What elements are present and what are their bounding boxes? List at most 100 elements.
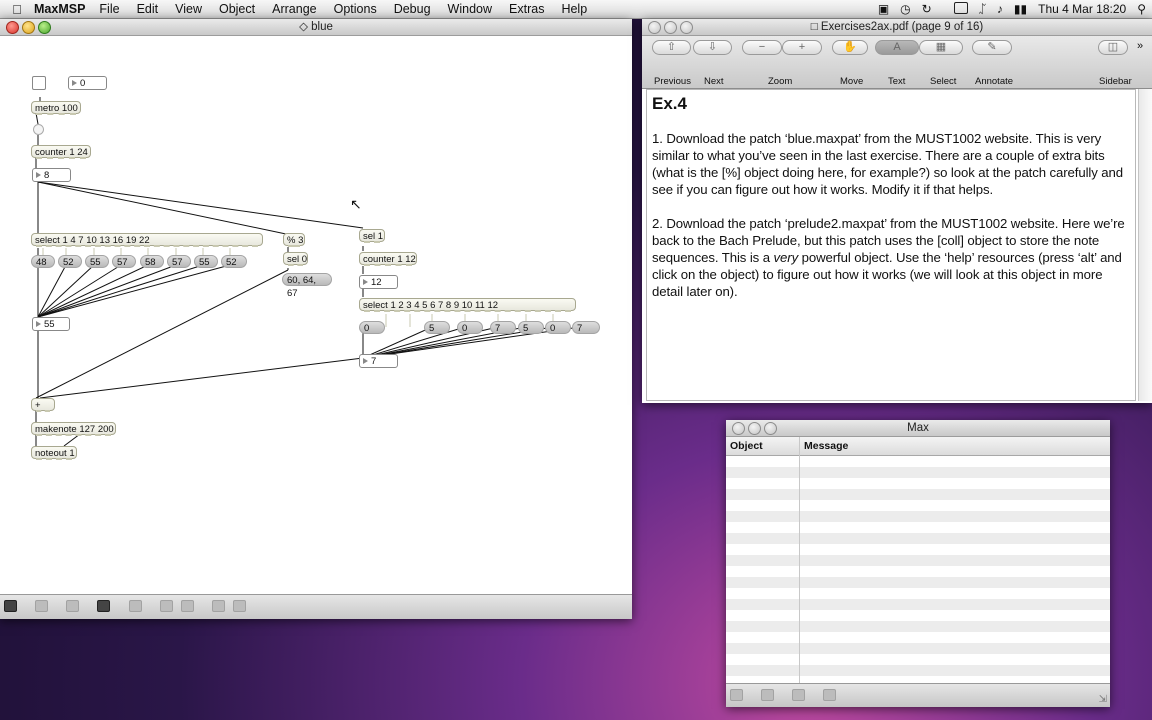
menu-debug[interactable]: Debug — [394, 2, 431, 16]
minimize-button[interactable] — [748, 422, 761, 435]
previous-page-button[interactable]: ⇧ — [652, 40, 691, 55]
info-icon[interactable] — [792, 689, 805, 701]
console-titlebar[interactable]: Max — [726, 420, 1110, 437]
zoom-button[interactable] — [764, 422, 777, 435]
menu-file[interactable]: File — [99, 2, 119, 16]
next-page-button[interactable]: ⇩ — [693, 40, 732, 55]
move-tool-button[interactable]: ✋ — [832, 40, 868, 55]
object-column-header[interactable]: Object — [730, 440, 763, 452]
preview-titlebar[interactable]: □ Exercises2ax.pdf (page 9 of 16) — [642, 19, 1152, 36]
message-box[interactable]: 55 — [194, 255, 218, 268]
display-icon[interactable] — [943, 1, 968, 17]
close-button[interactable] — [732, 422, 745, 435]
menu-bar:  MaxMSP File Edit View Object Arrange O… — [0, 0, 1152, 19]
apple-menu-icon[interactable]:  — [0, 2, 34, 17]
message-box[interactable]: 57 — [112, 255, 136, 268]
bang-button[interactable] — [33, 124, 44, 135]
menu-options[interactable]: Options — [334, 2, 377, 16]
select-12-object[interactable]: select 1 2 3 4 5 6 7 8 9 10 11 12 — [359, 298, 576, 312]
sel-1-object[interactable]: sel 1 — [359, 229, 385, 243]
minimize-button[interactable] — [22, 21, 35, 34]
plus-object[interactable]: + — [31, 398, 55, 412]
presentation-icon[interactable] — [97, 600, 110, 612]
menu-help[interactable]: Help — [561, 2, 587, 16]
zoom-button[interactable] — [38, 21, 51, 34]
zoom-in-button[interactable]: + — [782, 40, 822, 55]
time-machine-icon[interactable]: ◷ — [900, 2, 910, 16]
counter-24-object[interactable]: counter 1 24 — [31, 145, 91, 159]
text-tool-button[interactable]: A — [875, 40, 919, 55]
annotate-button[interactable]: ✎ — [972, 40, 1012, 55]
column-divider[interactable] — [799, 437, 800, 684]
distribute-icon[interactable] — [181, 600, 194, 612]
align-icon[interactable] — [160, 600, 173, 612]
vertical-scrollbar[interactable] — [1138, 89, 1152, 401]
menu-edit[interactable]: Edit — [137, 2, 159, 16]
message-box[interactable]: 7 — [490, 321, 516, 334]
modulo-object[interactable]: % 3 — [283, 233, 305, 247]
counter-12-object[interactable]: counter 1 12 — [359, 252, 417, 266]
toggle[interactable] — [32, 76, 46, 90]
message-box[interactable]: 57 — [167, 255, 191, 268]
message-box[interactable]: 55 — [85, 255, 109, 268]
close-button[interactable] — [648, 21, 661, 34]
message-box[interactable]: 0 — [545, 321, 571, 334]
lock-icon[interactable] — [4, 600, 17, 612]
minimize-button[interactable] — [664, 21, 677, 34]
add-object-icon[interactable] — [35, 600, 48, 612]
app-menu[interactable]: MaxMSP — [34, 2, 85, 16]
patch-canvas[interactable]: 0 metro 100 counter 1 24 8 select 1 4 7 … — [0, 36, 632, 614]
bluetooth-icon[interactable]: ᛢ — [979, 2, 986, 16]
toolbar-overflow-icon[interactable]: » — [1137, 40, 1143, 52]
menu-object[interactable]: Object — [219, 2, 255, 16]
message-box[interactable]: 0 — [457, 321, 483, 334]
menu-clock[interactable]: Thu 4 Mar 18:20 — [1038, 2, 1126, 16]
menu-extras[interactable]: Extras — [509, 2, 544, 16]
number-box-7[interactable]: 7 — [359, 354, 398, 368]
message-column-header[interactable]: Message — [804, 440, 848, 452]
patcher-titlebar[interactable]: ◇ blue — [0, 19, 632, 36]
message-box[interactable]: 0 — [359, 321, 385, 334]
volume-icon[interactable]: ♪ — [997, 2, 1003, 16]
sidebar-button[interactable]: ◫ — [1098, 40, 1128, 55]
console-list[interactable] — [726, 456, 1110, 683]
timestamp-icon[interactable] — [761, 689, 774, 701]
zoom-out-button[interactable]: − — [742, 40, 782, 55]
message-box[interactable]: 52 — [221, 255, 247, 268]
inspector-icon[interactable] — [129, 600, 142, 612]
select-main-object[interactable]: select 1 4 7 10 13 16 19 22 — [31, 233, 263, 247]
clear-console-icon[interactable] — [730, 689, 743, 701]
number-box-8[interactable]: 8 — [32, 168, 71, 182]
number-box-12[interactable]: 12 — [359, 275, 398, 289]
message-box[interactable]: 7 — [572, 321, 600, 334]
camera-icon[interactable]: ▣ — [878, 2, 889, 16]
zoom-button[interactable] — [680, 21, 693, 34]
message-box[interactable]: 5 — [424, 321, 450, 334]
noteout-object[interactable]: noteout 1 — [31, 446, 77, 460]
message-box[interactable]: 52 — [58, 255, 82, 268]
spotlight-search-icon[interactable]: ⚲ — [1137, 2, 1146, 16]
makenote-object[interactable]: makenote 127 200 — [31, 422, 116, 436]
preview-toolbar: ⇧ ⇩ − + ✋ A ▦ ✎ ◫ » Previous Next Zoom M… — [642, 36, 1152, 89]
menu-view[interactable]: View — [175, 2, 202, 16]
message-box[interactable]: 48 — [31, 255, 55, 268]
battery-icon[interactable]: ▮▮ — [1014, 2, 1027, 16]
close-button[interactable] — [6, 21, 19, 34]
menu-arrange[interactable]: Arrange — [272, 2, 316, 16]
message-box[interactable]: 58 — [140, 255, 164, 268]
number-box-55[interactable]: 55 — [32, 317, 70, 331]
resize-grip-icon[interactable]: ⇲ — [1099, 694, 1107, 705]
metro-object[interactable]: metro 100 — [31, 101, 81, 115]
chord-message-box[interactable]: 60, 64, 67 — [282, 273, 332, 299]
snap-grid-icon[interactable] — [212, 600, 225, 612]
message-box[interactable]: 5 — [518, 321, 544, 334]
go-to-object-icon[interactable] — [823, 689, 836, 701]
menu-window[interactable]: Window — [448, 2, 492, 16]
pdf-page[interactable]: Ex.4 1. Download the patch ‘blue.maxpat’… — [646, 89, 1136, 401]
select-tool-button[interactable]: ▦ — [919, 40, 963, 55]
sync-icon[interactable]: ↻ — [922, 2, 932, 16]
grid-icon[interactable] — [66, 600, 79, 612]
expand-icon[interactable] — [233, 600, 246, 612]
sel-0-object[interactable]: sel 0 — [283, 252, 308, 266]
number-box[interactable]: 0 — [68, 76, 107, 90]
